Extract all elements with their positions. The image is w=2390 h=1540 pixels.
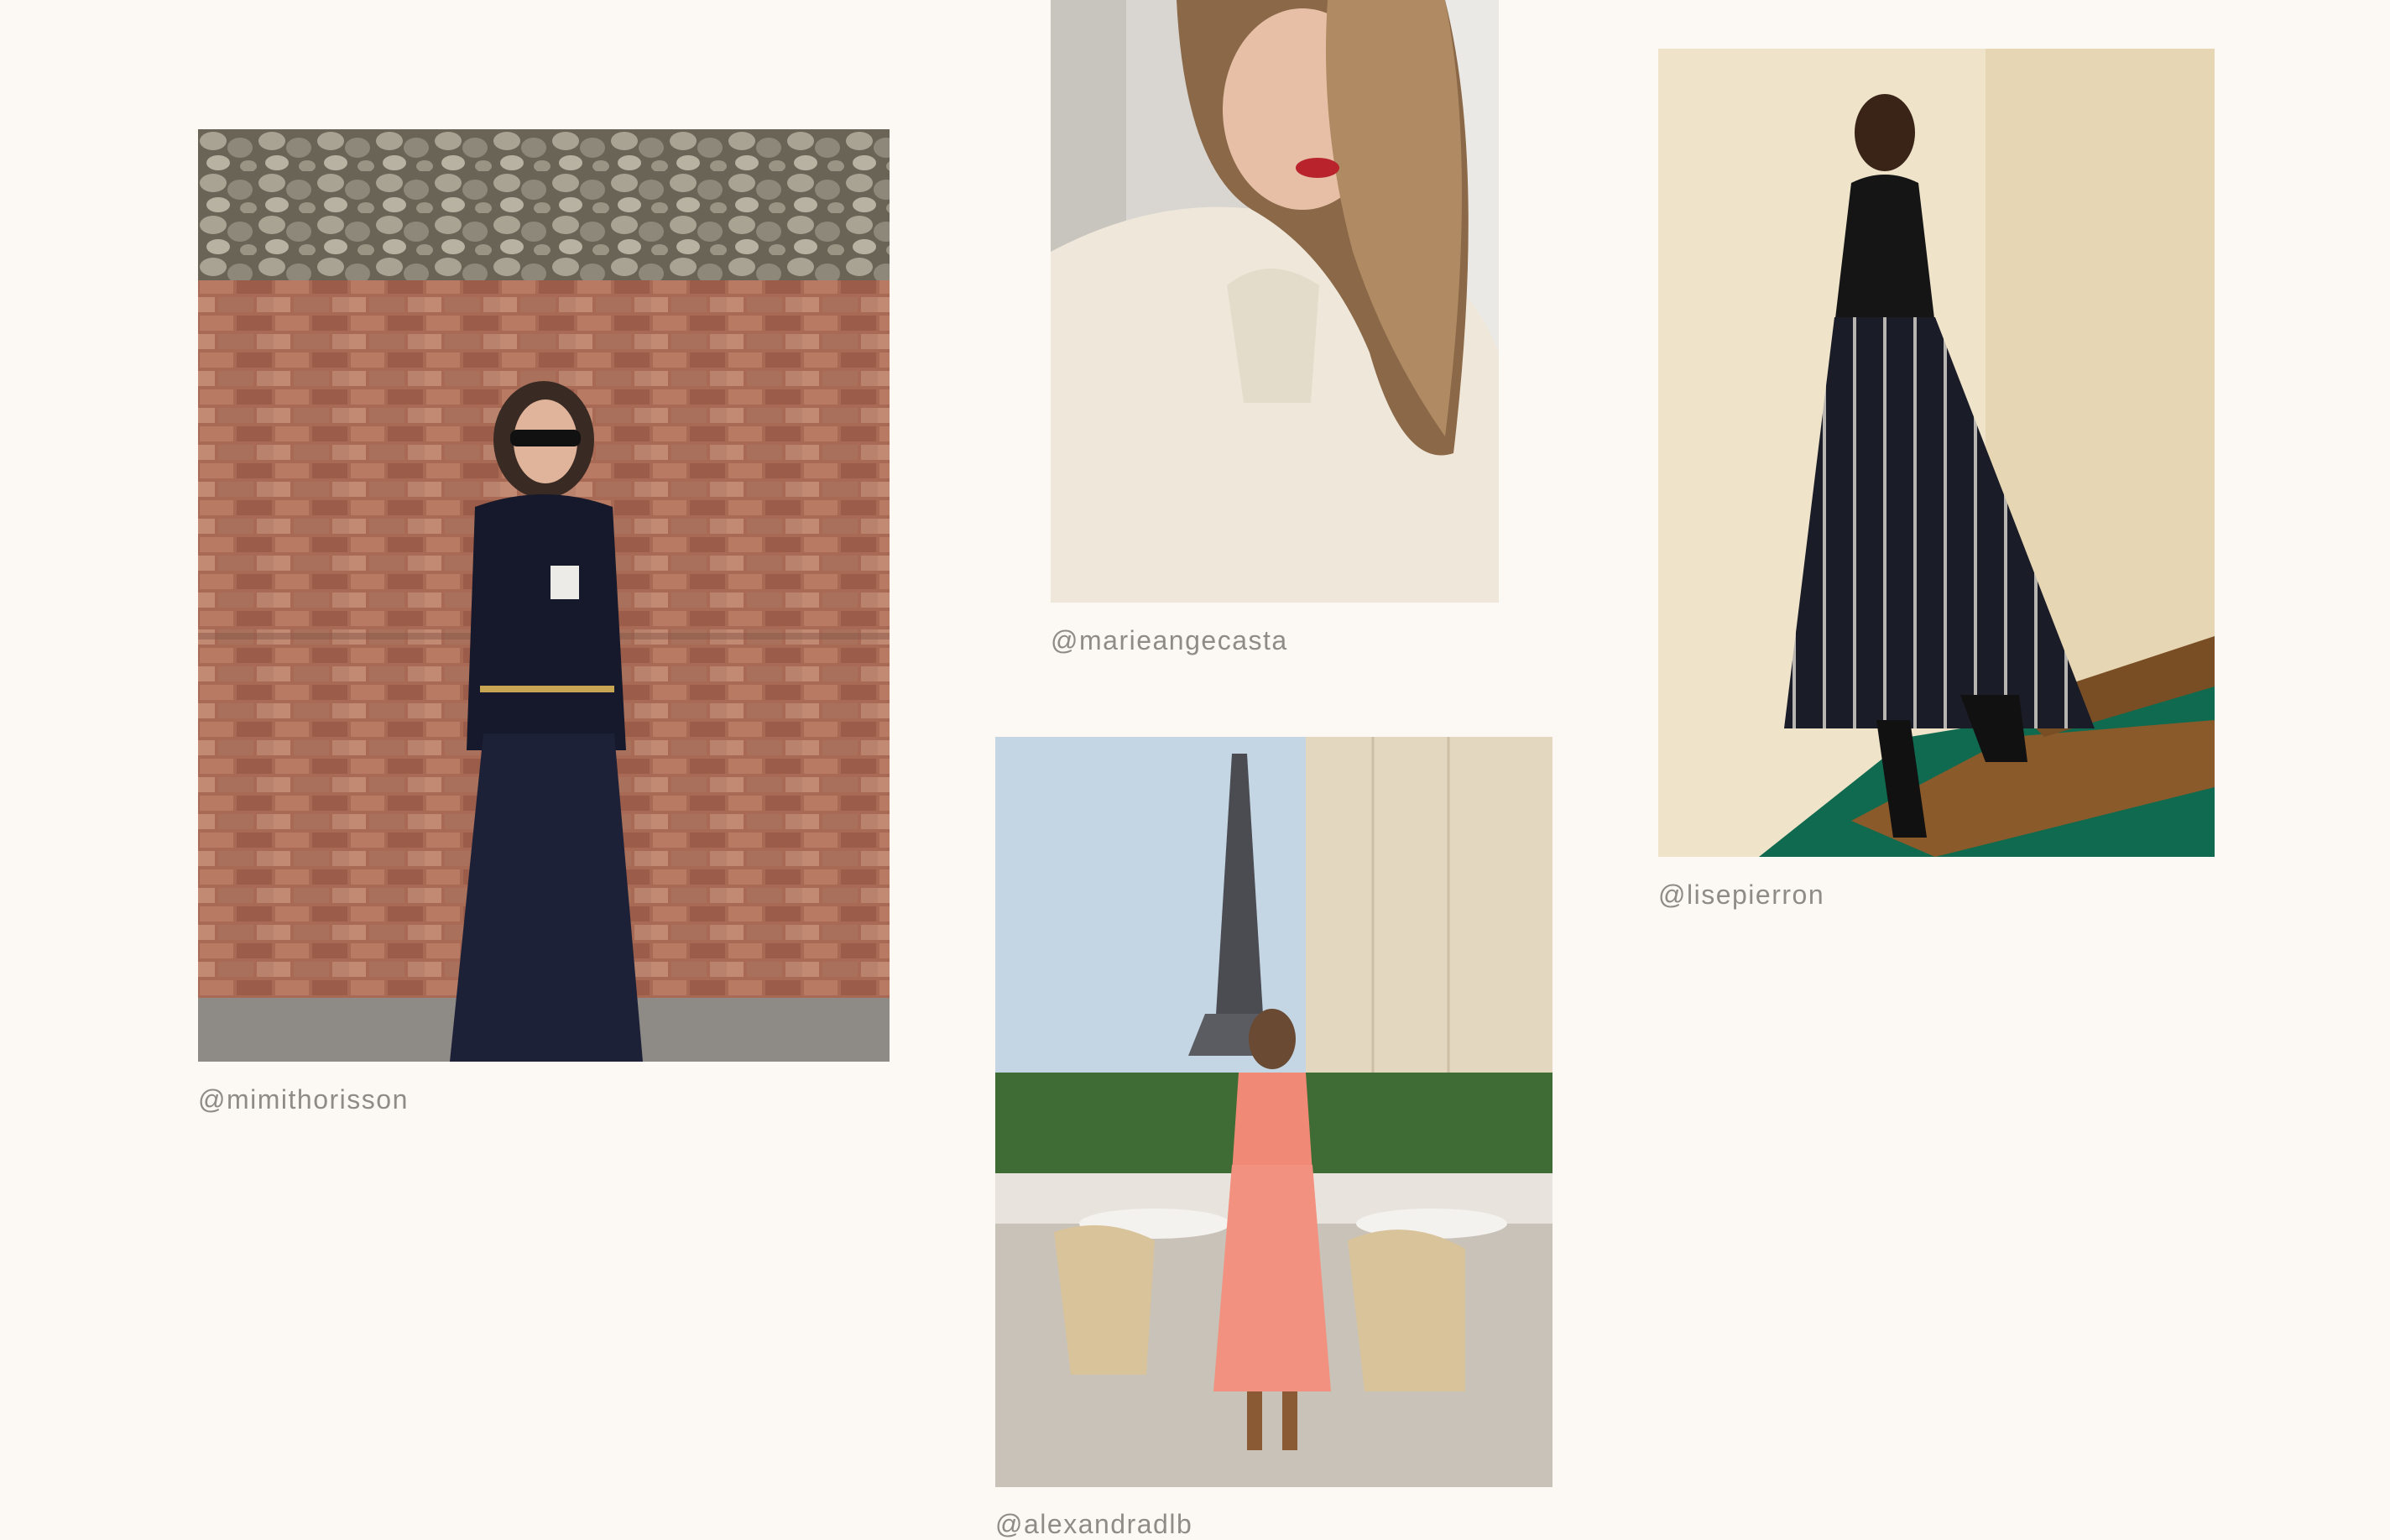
gallery-handle[interactable]: @marieangecasta (1051, 625, 1288, 656)
gallery-photo-eiffel-tower-terrace[interactable] (995, 737, 1552, 1487)
gallery-card-alexandradlb[interactable]: @alexandradlb (995, 737, 1552, 1540)
gallery-card-lisepierron[interactable]: @lisepierron (1658, 49, 2215, 913)
gallery-handle[interactable]: @alexandradlb (995, 1509, 1192, 1540)
gallery-card-marieangecasta[interactable]: @marieangecasta (1051, 0, 1499, 663)
gallery-photo-selfie-woman[interactable] (1051, 0, 1499, 603)
ugc-gallery: @mimithorisson @marieangecasta @lisepier… (0, 0, 2390, 1540)
gallery-card-mimithorisson[interactable]: @mimithorisson (198, 129, 890, 1120)
gallery-handle[interactable]: @mimithorisson (198, 1084, 409, 1115)
gallery-photo-brick-wall-woman[interactable] (198, 129, 890, 1062)
gallery-photo-staircase-woman[interactable] (1658, 49, 2215, 857)
gallery-handle[interactable]: @lisepierron (1658, 880, 1824, 911)
